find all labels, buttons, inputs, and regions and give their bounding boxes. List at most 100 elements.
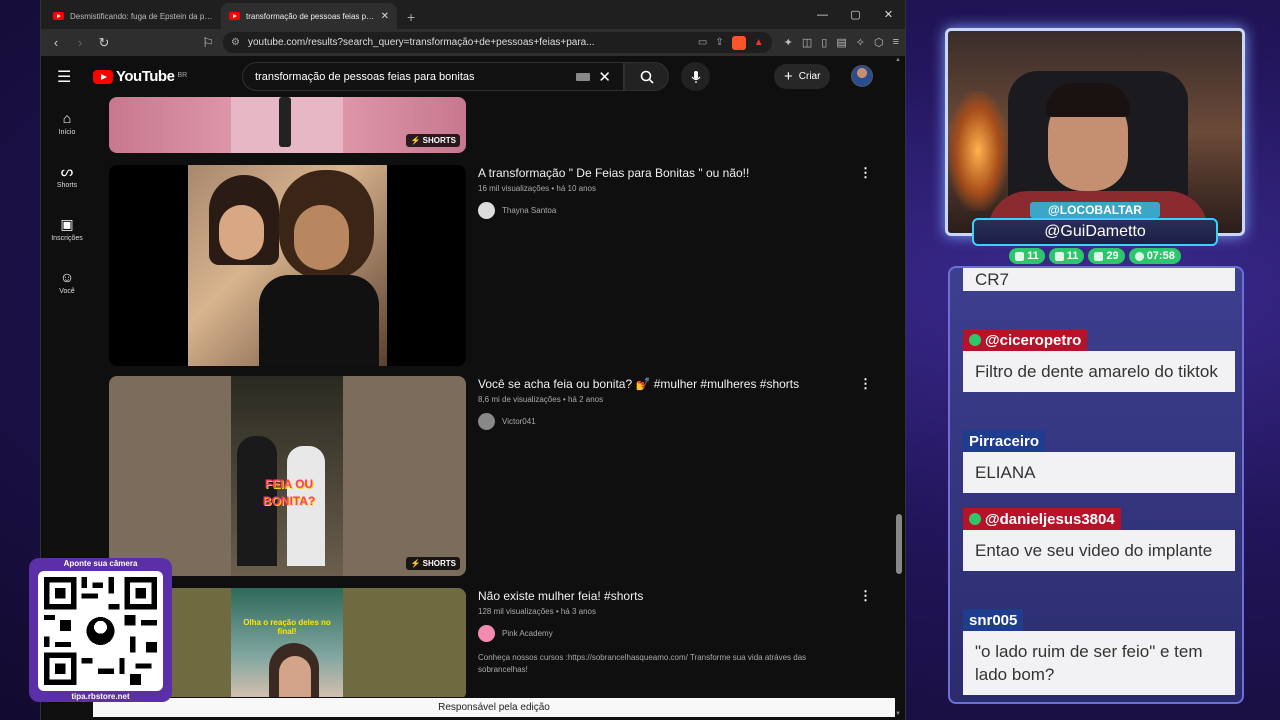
extensions-icon[interactable]: ✦: [784, 36, 793, 49]
search-input[interactable]: transformação de pessoas feias para boni…: [242, 62, 624, 91]
tab-search-results[interactable]: transformação de pessoas feias para b ✕: [221, 3, 397, 29]
chat-message: @danieljesus3804 Entao ve seu video do i…: [963, 508, 1235, 571]
rewards-icon[interactable]: ▲: [754, 37, 764, 48]
voice-search-button[interactable]: [681, 62, 710, 91]
video-thumbnail[interactable]: FEIA OU BONITA? ⚡ SHORTS: [109, 376, 466, 576]
close-window-icon[interactable]: ✕: [872, 8, 905, 21]
platform-icon: [969, 513, 981, 525]
kick-icon: [1094, 251, 1104, 261]
tab-title: Desmistificando: fuga de Epstein da pris…: [70, 11, 213, 21]
sidebar-icon[interactable]: ▯: [821, 36, 827, 49]
address-bar[interactable]: ⚙ youtube.com/results?search_query=trans…: [223, 32, 772, 53]
tab-epstein[interactable]: Desmistificando: fuga de Epstein da pris…: [45, 3, 221, 29]
channel-link[interactable]: Pink Academy: [478, 625, 858, 642]
forward-icon[interactable]: ›: [71, 35, 89, 50]
minimize-icon[interactable]: —: [806, 9, 839, 21]
you-icon: ☺: [59, 269, 75, 285]
account-avatar[interactable]: [851, 65, 873, 87]
channel-avatar[interactable]: [478, 625, 495, 642]
twitch-icon: [1015, 251, 1025, 261]
video-thumbnail[interactable]: ⚡ SHORTS: [109, 97, 466, 153]
channel-link[interactable]: Victor041: [478, 413, 858, 430]
youtube-header: ☰ YouTube BR transformação de pessoas fe…: [41, 56, 905, 97]
cast-icon[interactable]: ▭: [698, 37, 707, 48]
chat-message: Pirraceiro ELIANA: [963, 430, 1235, 493]
create-button[interactable]: + Criar: [774, 64, 831, 89]
chat-text: Filtro de dente amarelo do tiktok: [963, 351, 1235, 392]
reload-icon[interactable]: ↻: [95, 35, 113, 51]
chat-text: ELIANA: [963, 452, 1235, 493]
share-icon[interactable]: ⇪: [715, 37, 723, 48]
streamer-handle: @GuiDametto: [972, 218, 1218, 246]
channel-name: Thayna Santoa: [502, 206, 557, 215]
vpn-icon[interactable]: ⬡: [874, 36, 884, 49]
clock-icon: [1134, 251, 1144, 261]
site-info-icon[interactable]: ⚙: [231, 37, 240, 48]
hamburger-menu-icon[interactable]: ☰: [57, 67, 77, 87]
chat-message: @ciceropetro Filtro de dente amarelo do …: [963, 329, 1235, 392]
youtube-icon: [1054, 251, 1064, 261]
chat-username: snr005: [963, 609, 1024, 631]
tab-bar: Desmistificando: fuga de Epstein da pris…: [41, 0, 905, 29]
chat-message: snr005 "o lado ruim de ser feio" e tem l…: [963, 609, 1235, 695]
chat-username: @ciceropetro: [963, 329, 1088, 351]
youtube-logo[interactable]: YouTube BR: [93, 68, 187, 85]
scroll-up-icon[interactable]: ▲: [895, 57, 901, 63]
leo-icon[interactable]: ✧: [856, 36, 865, 49]
sidebar-item-shorts[interactable]: ᔕ Shorts: [41, 150, 93, 203]
menu-icon[interactable]: ≡: [893, 36, 899, 49]
wallet-icon[interactable]: ▤: [836, 36, 846, 49]
video-title[interactable]: A transformação " De Feias para Bonitas …: [478, 165, 858, 181]
stream-clock: 07:58: [1128, 248, 1181, 264]
subscriptions-icon: ▣: [60, 216, 74, 232]
chat-username: @danieljesus3804: [963, 508, 1121, 530]
video-thumbnail[interactable]: [109, 165, 466, 366]
viewer-stats: 11 11 29 07:58: [972, 248, 1218, 264]
channel-link[interactable]: Thayna Santoa: [478, 202, 858, 219]
screenshot-icon[interactable]: ◫: [802, 36, 812, 49]
channel-avatar[interactable]: [478, 413, 495, 430]
streamer-tag: @LOCOBALTAR @GuiDametto 11 11 29 07:58: [972, 202, 1218, 264]
more-options-icon[interactable]: ⋮: [859, 588, 869, 604]
channel-name: Victor041: [502, 417, 536, 426]
maximize-icon[interactable]: ▢: [839, 8, 872, 21]
secondary-handle: @LOCOBALTAR: [1030, 202, 1160, 218]
more-options-icon[interactable]: ⋮: [859, 165, 869, 181]
scrollbar-thumb[interactable]: [896, 514, 902, 574]
video-title[interactable]: Você se acha feia ou bonita? 💅 #mulher #…: [478, 376, 858, 392]
youtube-favicon-icon: [229, 12, 240, 20]
shorts-badge: ⚡ SHORTS: [406, 557, 460, 570]
keyboard-icon[interactable]: [576, 72, 591, 81]
clear-search-icon[interactable]: ✕: [598, 68, 611, 86]
sidebar-item-subscriptions[interactable]: ▣ Inscrições: [41, 203, 93, 256]
stream-chat: CR7 @ciceropetro Filtro de dente amarelo…: [948, 266, 1244, 704]
tab-close-icon[interactable]: ✕: [381, 11, 389, 22]
channel-avatar[interactable]: [478, 202, 495, 219]
bookmark-icon[interactable]: ⚐: [199, 35, 217, 51]
more-options-icon[interactable]: ⋮: [859, 376, 869, 392]
search-button[interactable]: [624, 62, 669, 91]
qr-header: Aponte sua câmera: [63, 559, 138, 568]
search-icon: [640, 70, 654, 84]
back-icon[interactable]: ‹: [47, 35, 65, 50]
page-scrollbar[interactable]: ▲ ▼: [895, 57, 903, 717]
sidebar-item-home[interactable]: ⌂ Início: [41, 97, 93, 150]
video-description: Conheça nossos cursos :https://sobrancel…: [478, 653, 807, 674]
plus-icon: +: [784, 68, 793, 85]
brave-shield-icon[interactable]: [731, 35, 746, 50]
video-title[interactable]: Não existe mulher feia! #shorts: [478, 588, 858, 604]
home-icon: ⌂: [62, 110, 72, 126]
chat-text: "o lado ruim de ser feio" e tem lado bom…: [963, 631, 1235, 695]
editor-footer: Responsável pela edição: [93, 698, 895, 717]
scroll-down-icon[interactable]: ▼: [895, 711, 901, 717]
youtube-favicon-icon: [53, 12, 64, 20]
thumbnail-overlay-text: Olha o reação deles no final!: [243, 618, 331, 636]
shorts-badge: ⚡ SHORTS: [406, 134, 460, 147]
youtube-sidebar: ⌂ Início ᔕ Shorts ▣ Inscrições ☺ Você: [41, 97, 93, 309]
twitch-viewers: 11: [1009, 248, 1045, 264]
sidebar-item-you[interactable]: ☺ Você: [41, 256, 93, 309]
new-tab-button[interactable]: +: [397, 9, 425, 29]
url-text: youtube.com/results?search_query=transfo…: [247, 37, 595, 48]
platform-icon: [969, 334, 981, 346]
kick-viewers: 29: [1088, 248, 1125, 264]
